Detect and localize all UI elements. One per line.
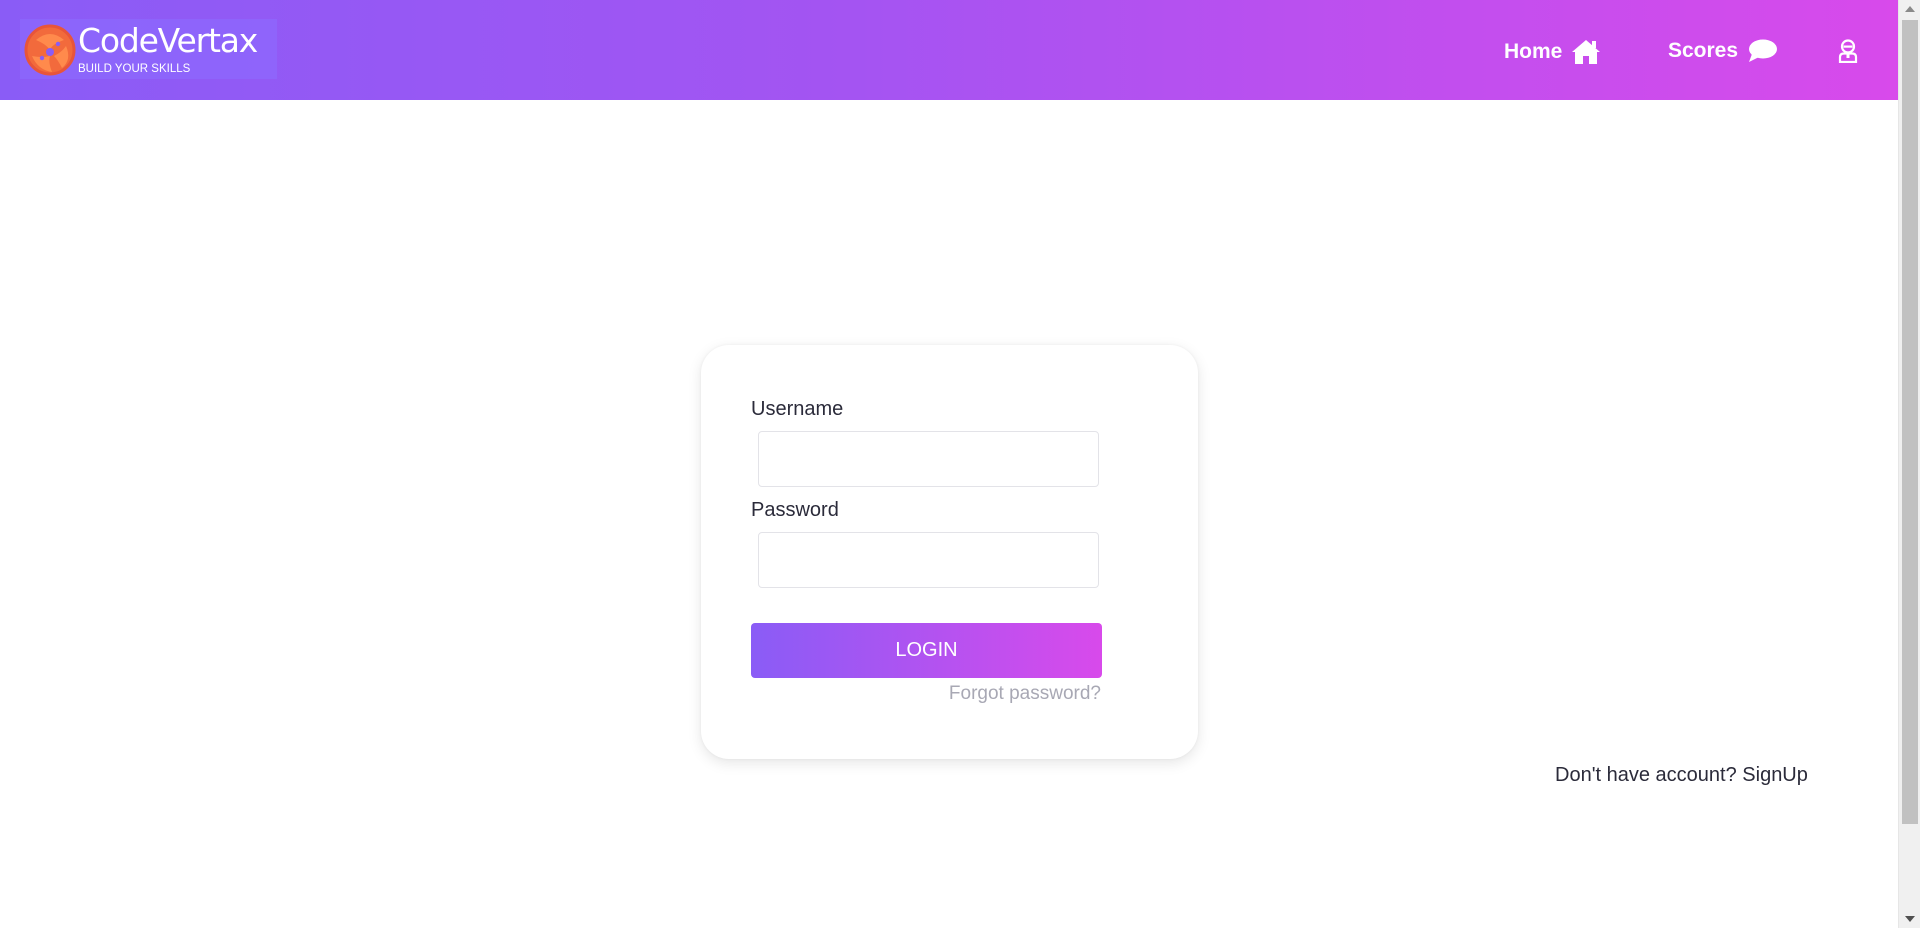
user-icon[interactable] [1837,39,1859,63]
password-input[interactable] [758,532,1099,588]
nav-home-label: Home [1504,40,1563,63]
brand-tagline: BUILD YOUR SKILLS [78,63,191,75]
nav-home-link[interactable]: Home [1504,38,1602,66]
brand-title: CodeVertax [78,21,258,60]
username-label: Username [751,398,844,420]
brand-logo[interactable]: CodeVertax BUILD YOUR SKILLS [20,19,277,79]
chat-bubble-icon [1746,38,1778,64]
signup-prompt-text: Don't have account? [1555,764,1737,786]
login-card: Username Password LOGIN Forgot password? [701,345,1198,759]
vertical-scrollbar[interactable] [1898,0,1920,928]
username-input[interactable] [758,431,1099,487]
signup-link[interactable]: SignUp [1742,764,1808,786]
top-navbar: CodeVertax BUILD YOUR SKILLS Home Scores [0,0,1898,100]
atom-logo-icon [24,24,76,76]
signup-prompt: Don't have account? SignUp [1555,764,1808,787]
scroll-down-icon[interactable] [1905,916,1915,922]
nav-scores-link[interactable]: Scores [1668,38,1778,64]
home-icon [1570,38,1602,66]
scroll-thumb[interactable] [1902,20,1918,824]
nav-scores-label: Scores [1668,39,1739,62]
login-button[interactable]: LOGIN [751,623,1102,678]
password-label: Password [751,499,839,521]
scroll-up-icon[interactable] [1905,6,1915,12]
forgot-password-link[interactable]: Forgot password? [949,683,1101,705]
page: CodeVertax BUILD YOUR SKILLS Home Scores [0,0,1920,928]
